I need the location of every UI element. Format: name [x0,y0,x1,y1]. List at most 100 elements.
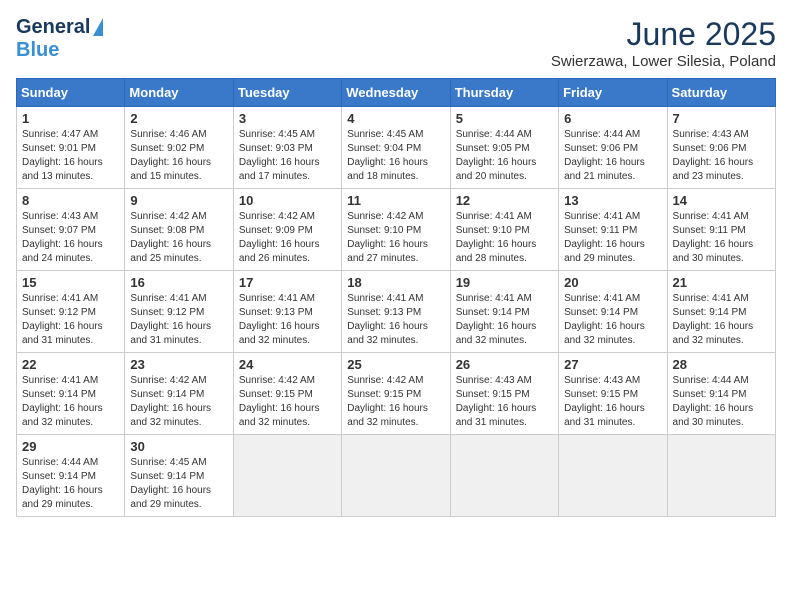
day-number: 5 [456,111,553,126]
logo-general: General [16,16,90,39]
cell-info: Sunrise: 4:41 AMSunset: 9:10 PMDaylight:… [456,210,553,266]
day-number: 1 [22,111,119,126]
column-header-sunday: Sunday [17,79,125,107]
cell-info: Sunrise: 4:44 AMSunset: 9:14 PMDaylight:… [673,374,770,430]
calendar-cell: 9Sunrise: 4:42 AMSunset: 9:08 PMDaylight… [125,189,233,271]
day-number: 9 [130,193,227,208]
column-header-wednesday: Wednesday [342,79,450,107]
cell-info: Sunrise: 4:46 AMSunset: 9:02 PMDaylight:… [130,128,227,184]
calendar-cell: 21Sunrise: 4:41 AMSunset: 9:14 PMDayligh… [667,271,775,353]
day-number: 12 [456,193,553,208]
logo: General Blue [16,16,103,62]
logo-triangle-icon [93,18,103,36]
cell-info: Sunrise: 4:41 AMSunset: 9:13 PMDaylight:… [347,292,444,348]
calendar-cell: 11 Sunrise: 4:42 AMSunset: 9:10 PMDayligh… [342,189,450,271]
calendar-cell: 26 Sunrise: 4:43 AMSunset: 9:15 PMDayligh… [450,353,558,435]
location-subtitle: Swierzawa, Lower Silesia, Poland [551,53,776,70]
column-header-friday: Friday [559,79,667,107]
day-number: 20 [564,275,661,290]
calendar-cell: 7 Sunrise: 4:43 AMSunset: 9:06 PMDaylight… [667,107,775,189]
day-number: 10 [239,193,336,208]
calendar-cell: 24Sunrise: 4:42 AMSunset: 9:15 PMDayligh… [233,353,341,435]
calendar-cell: 16 Sunrise: 4:41 AMSunset: 9:12 PMDayligh… [125,271,233,353]
calendar-table: SundayMondayTuesdayWednesdayThursdayFrid… [16,78,776,517]
day-number: 30 [130,439,227,454]
month-title: June 2025 [551,16,776,53]
cell-info: Sunrise: 4:41 AMSunset: 9:14 PMDaylight:… [22,374,119,430]
calendar-cell: 17 Sunrise: 4:41 AMSunset: 9:13 PMDayligh… [233,271,341,353]
calendar-cell: 4 Sunrise: 4:45 AMSunset: 9:04 PMDaylight… [342,107,450,189]
calendar-cell: 29 Sunrise: 4:44 AMSunset: 9:14 PMDayligh… [17,435,125,517]
day-number: 18 [347,275,444,290]
cell-info: Sunrise: 4:41 AMSunset: 9:14 PMDaylight:… [564,292,661,348]
cell-info: Sunrise: 4:44 AMSunset: 9:06 PMDaylight:… [564,128,661,184]
calendar-cell: 12 Sunrise: 4:41 AMSunset: 9:10 PMDayligh… [450,189,558,271]
cell-info: Sunrise: 4:42 AMSunset: 9:10 PMDaylight:… [347,210,444,266]
column-header-tuesday: Tuesday [233,79,341,107]
calendar-cell [342,435,450,517]
day-number: 3 [239,111,336,126]
day-number: 6 [564,111,661,126]
calendar-cell: 20 Sunrise: 4:41 AMSunset: 9:14 PMDayligh… [559,271,667,353]
cell-info: Sunrise: 4:43 AMSunset: 9:15 PMDaylight:… [564,374,661,430]
day-number: 29 [22,439,119,454]
cell-info: Sunrise: 4:42 AMSunset: 9:15 PMDaylight:… [347,374,444,430]
day-number: 11 [347,193,444,208]
calendar-cell: 19Sunrise: 4:41 AMSunset: 9:14 PMDayligh… [450,271,558,353]
calendar-cell: 18 Sunrise: 4:41 AMSunset: 9:13 PMDayligh… [342,271,450,353]
column-header-monday: Monday [125,79,233,107]
day-number: 13 [564,193,661,208]
day-number: 8 [22,193,119,208]
calendar-week-3: 15 Sunrise: 4:41 AMSunset: 9:12 PMDayligh… [17,271,776,353]
calendar-cell [233,435,341,517]
calendar-cell: 14 Sunrise: 4:41 AMSunset: 9:11 PMDayligh… [667,189,775,271]
calendar-cell: 27 Sunrise: 4:43 AMSunset: 9:15 PMDayligh… [559,353,667,435]
calendar-cell [559,435,667,517]
calendar-week-4: 22 Sunrise: 4:41 AMSunset: 9:14 PMDayligh… [17,353,776,435]
calendar-cell: 6 Sunrise: 4:44 AMSunset: 9:06 PMDaylight… [559,107,667,189]
calendar-cell: 28 Sunrise: 4:44 AMSunset: 9:14 PMDayligh… [667,353,775,435]
day-number: 22 [22,357,119,372]
logo-blue: Blue [16,39,59,62]
day-number: 24 [239,357,336,372]
calendar-week-5: 29 Sunrise: 4:44 AMSunset: 9:14 PMDayligh… [17,435,776,517]
day-number: 14 [673,193,770,208]
day-number: 27 [564,357,661,372]
cell-info: Sunrise: 4:41 AMSunset: 9:11 PMDaylight:… [564,210,661,266]
calendar-cell [450,435,558,517]
day-number: 19 [456,275,553,290]
day-number: 23 [130,357,227,372]
cell-info: Sunrise: 4:44 AMSunset: 9:14 PMDaylight:… [22,456,119,512]
cell-info: Sunrise: 4:41 AMSunset: 9:12 PMDaylight:… [130,292,227,348]
calendar-cell: 13 Sunrise: 4:41 AMSunset: 9:11 PMDayligh… [559,189,667,271]
day-number: 16 [130,275,227,290]
calendar-cell: 25Sunrise: 4:42 AMSunset: 9:15 PMDayligh… [342,353,450,435]
calendar-week-1: 1 Sunrise: 4:47 AMSunset: 9:01 PMDaylight… [17,107,776,189]
cell-info: Sunrise: 4:45 AMSunset: 9:04 PMDaylight:… [347,128,444,184]
day-number: 28 [673,357,770,372]
day-number: 17 [239,275,336,290]
calendar-cell: 2Sunrise: 4:46 AMSunset: 9:02 PMDaylight… [125,107,233,189]
calendar-cell: 5 Sunrise: 4:44 AMSunset: 9:05 PMDaylight… [450,107,558,189]
cell-info: Sunrise: 4:43 AMSunset: 9:06 PMDaylight:… [673,128,770,184]
day-number: 15 [22,275,119,290]
cell-info: Sunrise: 4:44 AMSunset: 9:05 PMDaylight:… [456,128,553,184]
cell-info: Sunrise: 4:41 AMSunset: 9:13 PMDaylight:… [239,292,336,348]
cell-info: Sunrise: 4:43 AMSunset: 9:15 PMDaylight:… [456,374,553,430]
page-header: General Blue June 2025 Swierzawa, Lower … [16,16,776,70]
calendar-cell [667,435,775,517]
cell-info: Sunrise: 4:47 AMSunset: 9:01 PMDaylight:… [22,128,119,184]
column-header-saturday: Saturday [667,79,775,107]
calendar-cell: 8 Sunrise: 4:43 AMSunset: 9:07 PMDaylight… [17,189,125,271]
day-number: 7 [673,111,770,126]
title-area: June 2025 Swierzawa, Lower Silesia, Pola… [551,16,776,70]
calendar-cell: 10Sunrise: 4:42 AMSunset: 9:09 PMDayligh… [233,189,341,271]
day-number: 4 [347,111,444,126]
cell-info: Sunrise: 4:45 AMSunset: 9:14 PMDaylight:… [130,456,227,512]
calendar-cell: 15Sunrise: 4:41 AMSunset: 9:12 PMDayligh… [17,271,125,353]
day-number: 26 [456,357,553,372]
day-number: 21 [673,275,770,290]
calendar-cell: 3Sunrise: 4:45 AMSunset: 9:03 PMDaylight… [233,107,341,189]
cell-info: Sunrise: 4:43 AMSunset: 9:07 PMDaylight:… [22,210,119,266]
cell-info: Sunrise: 4:41 AMSunset: 9:11 PMDaylight:… [673,210,770,266]
